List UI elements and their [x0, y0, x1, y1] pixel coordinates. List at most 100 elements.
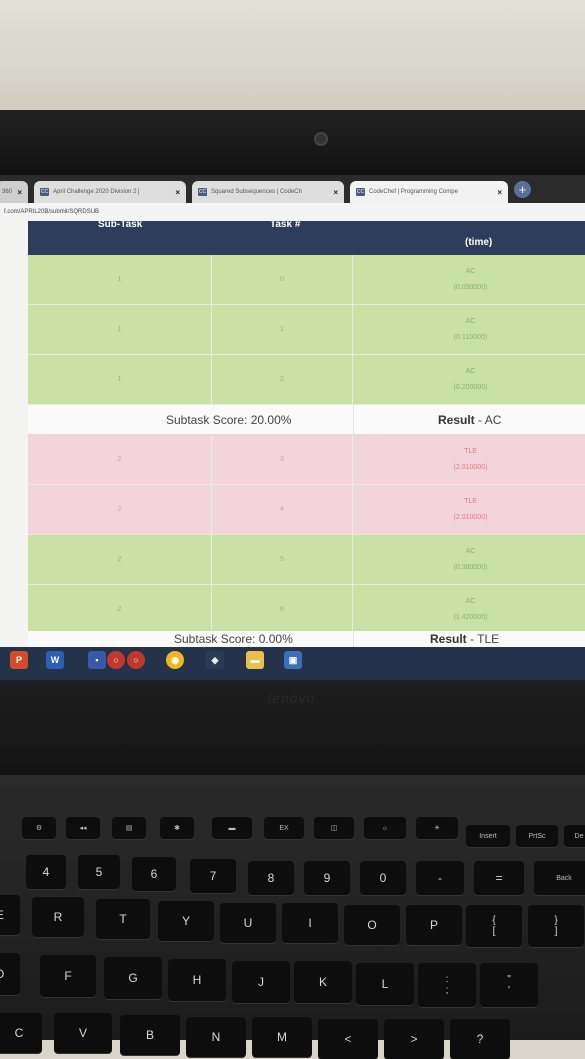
key-u[interactable]: U [220, 903, 276, 943]
new-tab-plus-icon[interactable]: + [514, 181, 531, 198]
result-status: TLE [464, 448, 477, 455]
key-f7[interactable]: ◫ [314, 817, 354, 839]
powerpoint-icon[interactable]: P [10, 651, 28, 669]
result-cell: TLE (2.010000) [353, 435, 585, 484]
key-delete[interactable]: De [564, 825, 585, 847]
subtask-cell: 2 [28, 435, 212, 484]
opera-icon-2[interactable]: ○ [127, 651, 145, 669]
key-f2[interactable]: ◂◂ [66, 817, 100, 839]
result-label: Result [430, 632, 467, 646]
key-equals[interactable]: = [474, 861, 524, 895]
key-l[interactable]: L [356, 963, 414, 1005]
header-subtask: Sub-Task [98, 219, 143, 230]
result-time: (0.200000) [453, 384, 488, 391]
store-icon[interactable]: ▣ [284, 651, 302, 669]
key-comma[interactable]: < [318, 1019, 378, 1059]
result-cell: AC (1.420000) [353, 585, 585, 634]
key-g[interactable]: G [104, 957, 162, 999]
key-o[interactable]: O [344, 905, 400, 945]
table-row: 2 4 TLE (2.010000) [28, 485, 585, 535]
key-quote[interactable]: " ' [480, 963, 538, 1007]
result-cell: AC (0.380000) [353, 535, 585, 584]
unity-icon[interactable]: ◈ [206, 651, 224, 669]
key-backspace[interactable]: Back [534, 861, 585, 895]
key-e[interactable]: E [0, 895, 20, 935]
subtask-cell: 1 [28, 255, 212, 304]
result-cell: AC (0.090000) [353, 255, 585, 304]
key-n[interactable]: N [186, 1017, 246, 1057]
result-status: TLE [464, 498, 477, 505]
close-icon[interactable]: × [175, 188, 180, 197]
close-icon[interactable]: × [333, 188, 338, 197]
media-icon[interactable]: ▪ [88, 651, 106, 669]
key-p[interactable]: P [406, 905, 462, 945]
key-insert[interactable]: Insert [466, 825, 510, 847]
key-semicolon[interactable]: :; [418, 963, 476, 1007]
result-time: (2.010000) [453, 514, 488, 521]
task-cell: 4 [212, 485, 353, 534]
key-f4[interactable]: ✱ [160, 817, 194, 839]
table-row: 2 3 TLE (2.010000) [28, 435, 585, 485]
key-7[interactable]: 7 [190, 859, 236, 893]
key-prtsc[interactable]: PrtSc [516, 825, 558, 847]
header-task: Task # [270, 219, 301, 230]
key-j[interactable]: J [232, 961, 290, 1003]
browser-tab-partial[interactable]: 360 × [0, 181, 28, 203]
key-b[interactable]: B [120, 1015, 180, 1055]
subtask-score: Subtask Score: 20.00% [166, 413, 292, 427]
key-8[interactable]: 8 [248, 861, 294, 895]
key-t[interactable]: T [96, 899, 150, 939]
chrome-icon[interactable]: ◉ [166, 651, 184, 669]
browser-tab-active[interactable]: CC CodeChef | Programming Compe × [350, 181, 508, 203]
close-icon[interactable]: × [497, 188, 502, 197]
key-4[interactable]: 4 [26, 855, 66, 889]
key-f9[interactable]: ☀ [416, 817, 458, 839]
task-cell: 1 [212, 305, 353, 354]
key-f1[interactable]: ⚙ [22, 817, 56, 839]
close-icon[interactable]: × [17, 188, 22, 197]
key-i[interactable]: I [282, 903, 338, 943]
key-v[interactable]: V [54, 1013, 112, 1053]
key-d[interactable]: D [0, 953, 20, 995]
word-icon[interactable]: W [46, 651, 64, 669]
table-row: 2 5 AC (0.380000) [28, 535, 585, 585]
key-r[interactable]: R [32, 897, 84, 937]
result-cell: TLE (2.010000) [353, 485, 585, 534]
key-f5[interactable]: ▬ [212, 817, 252, 839]
result-status: AC [465, 318, 476, 325]
key-bracket-right[interactable]: }] [528, 905, 584, 947]
key-f3[interactable]: ▤ [112, 817, 146, 839]
table-row: 2 6 AC (1.420000) [28, 585, 585, 635]
result-status: AC [465, 368, 476, 375]
subtask-cell: 2 [28, 535, 212, 584]
key-f[interactable]: F [40, 955, 96, 997]
key-6[interactable]: 6 [132, 857, 176, 891]
screen-bezel-top [0, 110, 585, 180]
key-9[interactable]: 9 [304, 861, 350, 895]
subtask-cell: 2 [28, 485, 212, 534]
subtask-cell: 1 [28, 305, 212, 354]
key-y[interactable]: Y [158, 901, 214, 941]
browser-tab[interactable]: CC April Challenge 2020 Division 2 | × [34, 181, 186, 203]
file-explorer-icon[interactable]: ▬ [246, 651, 264, 669]
key-5[interactable]: 5 [78, 855, 120, 889]
key-m[interactable]: M [252, 1017, 312, 1057]
key-period[interactable]: > [384, 1019, 444, 1059]
codechef-favicon-icon: CC [40, 188, 49, 196]
key-minus[interactable]: - [416, 861, 464, 895]
result-status: AC [465, 268, 476, 275]
codechef-favicon-icon: CC [356, 188, 365, 196]
task-cell: 6 [212, 585, 353, 634]
key-0[interactable]: 0 [360, 861, 406, 895]
key-f8[interactable]: ☼ [364, 817, 406, 839]
key-bracket-left[interactable]: {[ [466, 905, 522, 947]
key-slash[interactable]: ? [450, 1019, 510, 1059]
result-time: (0.090000) [453, 284, 488, 291]
key-h[interactable]: H [168, 959, 226, 1001]
key-c[interactable]: C [0, 1013, 42, 1053]
opera-icon[interactable]: ○ [107, 651, 125, 669]
key-k[interactable]: K [294, 961, 352, 1003]
key-f6[interactable]: EX [264, 817, 304, 839]
browser-tab[interactable]: CC Squared Subsequences | CodeCh × [192, 181, 344, 203]
subtask-cell: 1 [28, 355, 212, 404]
